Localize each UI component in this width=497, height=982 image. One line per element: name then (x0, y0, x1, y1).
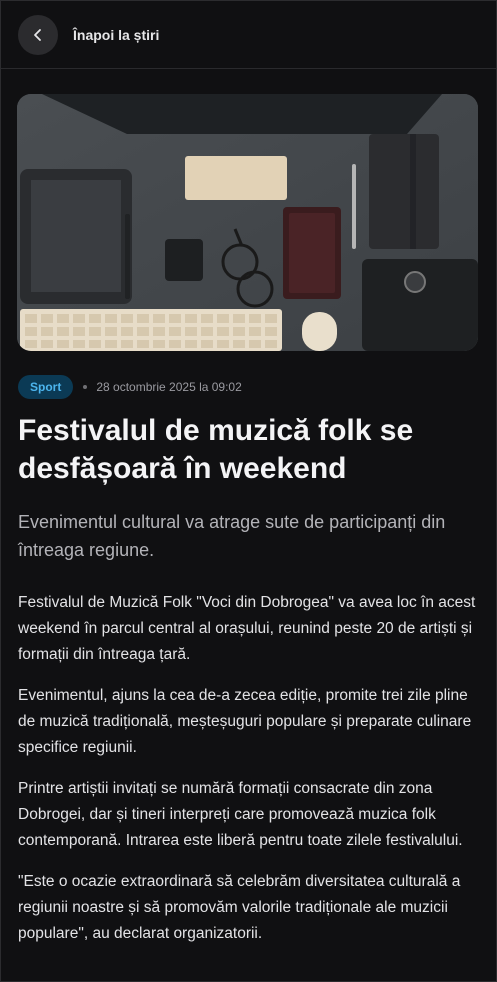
separator-dot (83, 385, 88, 389)
publish-date: 28 octombrie 2025 la 09:02 (96, 380, 242, 394)
article-title: Festivalul de muzică folk se desfășoară … (18, 414, 414, 485)
article-meta: Sport 28 octombrie 2025 la 09:02 (18, 375, 242, 399)
article-paragraph: Evenimentul, ajuns la cea de-a zecea edi… (18, 687, 472, 756)
article-hero-image (17, 94, 478, 351)
top-bar: Înapoi la știri (1, 1, 496, 69)
article-paragraph: Printre artiștii invitați se numără form… (18, 780, 463, 849)
chevron-left-icon (30, 27, 46, 43)
article-paragraph: Festivalul de Muzică Folk "Voci din Dobr… (18, 594, 476, 663)
back-link-label[interactable]: Înapoi la știri (73, 27, 159, 43)
category-badge[interactable]: Sport (18, 375, 74, 399)
article-paragraph: "Este o ocazie extraordinară să celebrăm… (18, 873, 461, 942)
article-screen: Înapoi la știri Sport 28 octombrie 2025 … (0, 0, 497, 982)
article-body: Festivalul de Muzică Folk "Voci din Dobr… (18, 590, 488, 962)
article-subtitle: Evenimentul cultural va atrage sute de p… (18, 512, 446, 560)
back-button[interactable] (18, 14, 58, 55)
